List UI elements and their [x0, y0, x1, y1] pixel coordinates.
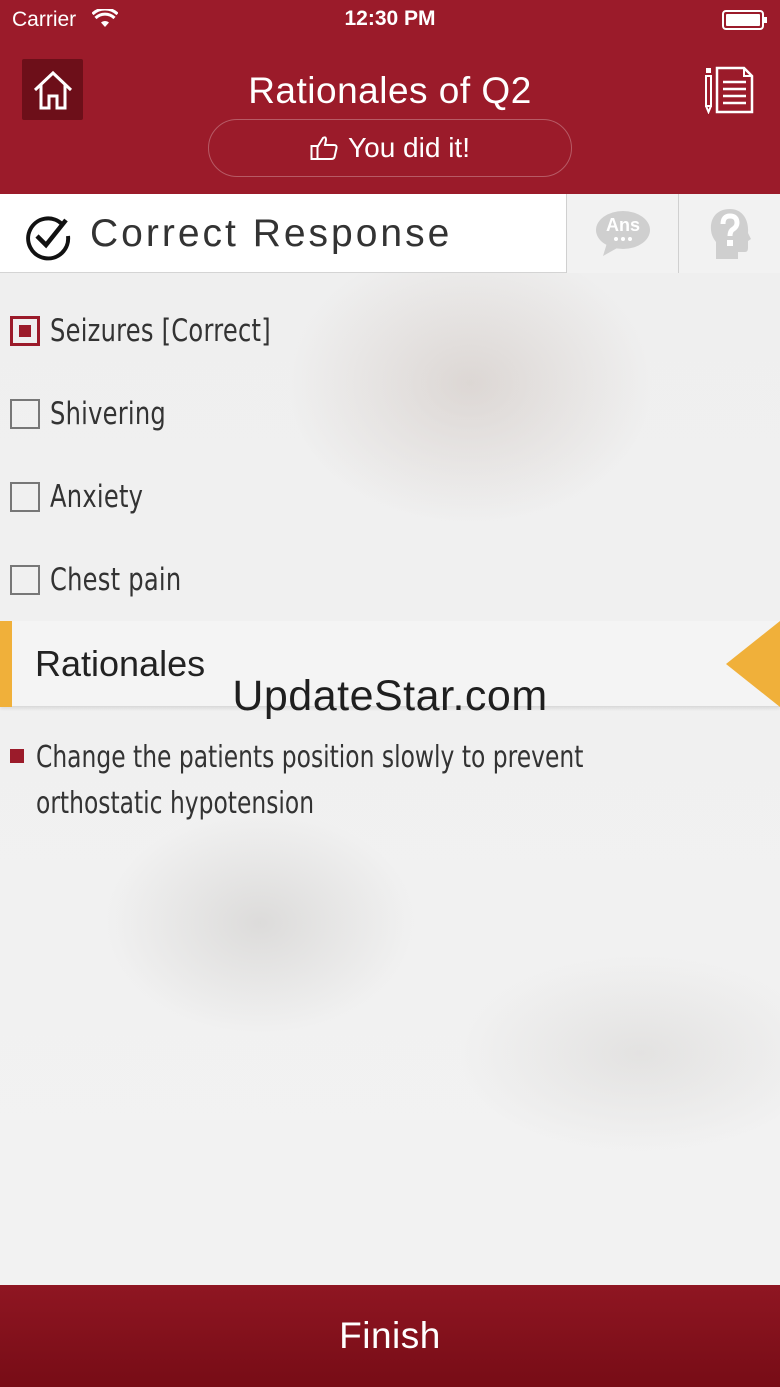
- option-radio-selected[interactable]: [10, 316, 40, 346]
- status-bar: Carrier 12:30 PM: [0, 0, 780, 40]
- answer-tab-label: Ans: [605, 215, 639, 235]
- response-title: Correct Response: [90, 212, 453, 255]
- option-2[interactable]: Shivering: [10, 394, 199, 434]
- help-tab[interactable]: [678, 194, 780, 273]
- rationale-text: Change the patients position slowly to p…: [36, 740, 584, 821]
- option-checkbox[interactable]: [10, 565, 40, 595]
- feedback-text: You did it!: [348, 132, 470, 163]
- option-3[interactable]: Anxiety: [10, 477, 170, 517]
- battery-icon: [722, 10, 767, 30]
- answer-bubble-icon: Ans: [595, 210, 650, 256]
- page-title: Rationales of Q2: [248, 70, 532, 111]
- answer-tab[interactable]: Ans: [566, 194, 678, 273]
- correct-response-bar: Correct Response Ans: [0, 194, 780, 273]
- check-circle-icon: [26, 216, 71, 261]
- option-checkbox[interactable]: [10, 482, 40, 512]
- app-header: Carrier 12:30 PM Rationales of Q2 You di…: [0, 0, 780, 194]
- option-label: Anxiety: [50, 479, 144, 515]
- option-4[interactable]: Chest pain: [10, 560, 218, 600]
- option-label: Shivering: [50, 396, 167, 432]
- finish-button[interactable]: Finish: [0, 1285, 780, 1387]
- clock: 12:30 PM: [344, 7, 436, 30]
- notes-icon[interactable]: [704, 66, 756, 114]
- option-checkbox[interactable]: [10, 399, 40, 429]
- option-label: Chest pain: [50, 562, 182, 598]
- feedback-badge: You did it!: [208, 119, 572, 177]
- help-head-icon: [710, 208, 751, 259]
- watermark: UpdateStar.com: [232, 672, 548, 720]
- option-1[interactable]: Seizures [Correct]: [10, 311, 333, 351]
- bullet-icon: [10, 749, 24, 763]
- thumbs-up-icon: [310, 136, 338, 160]
- option-label: Seizures [Correct]: [50, 313, 271, 349]
